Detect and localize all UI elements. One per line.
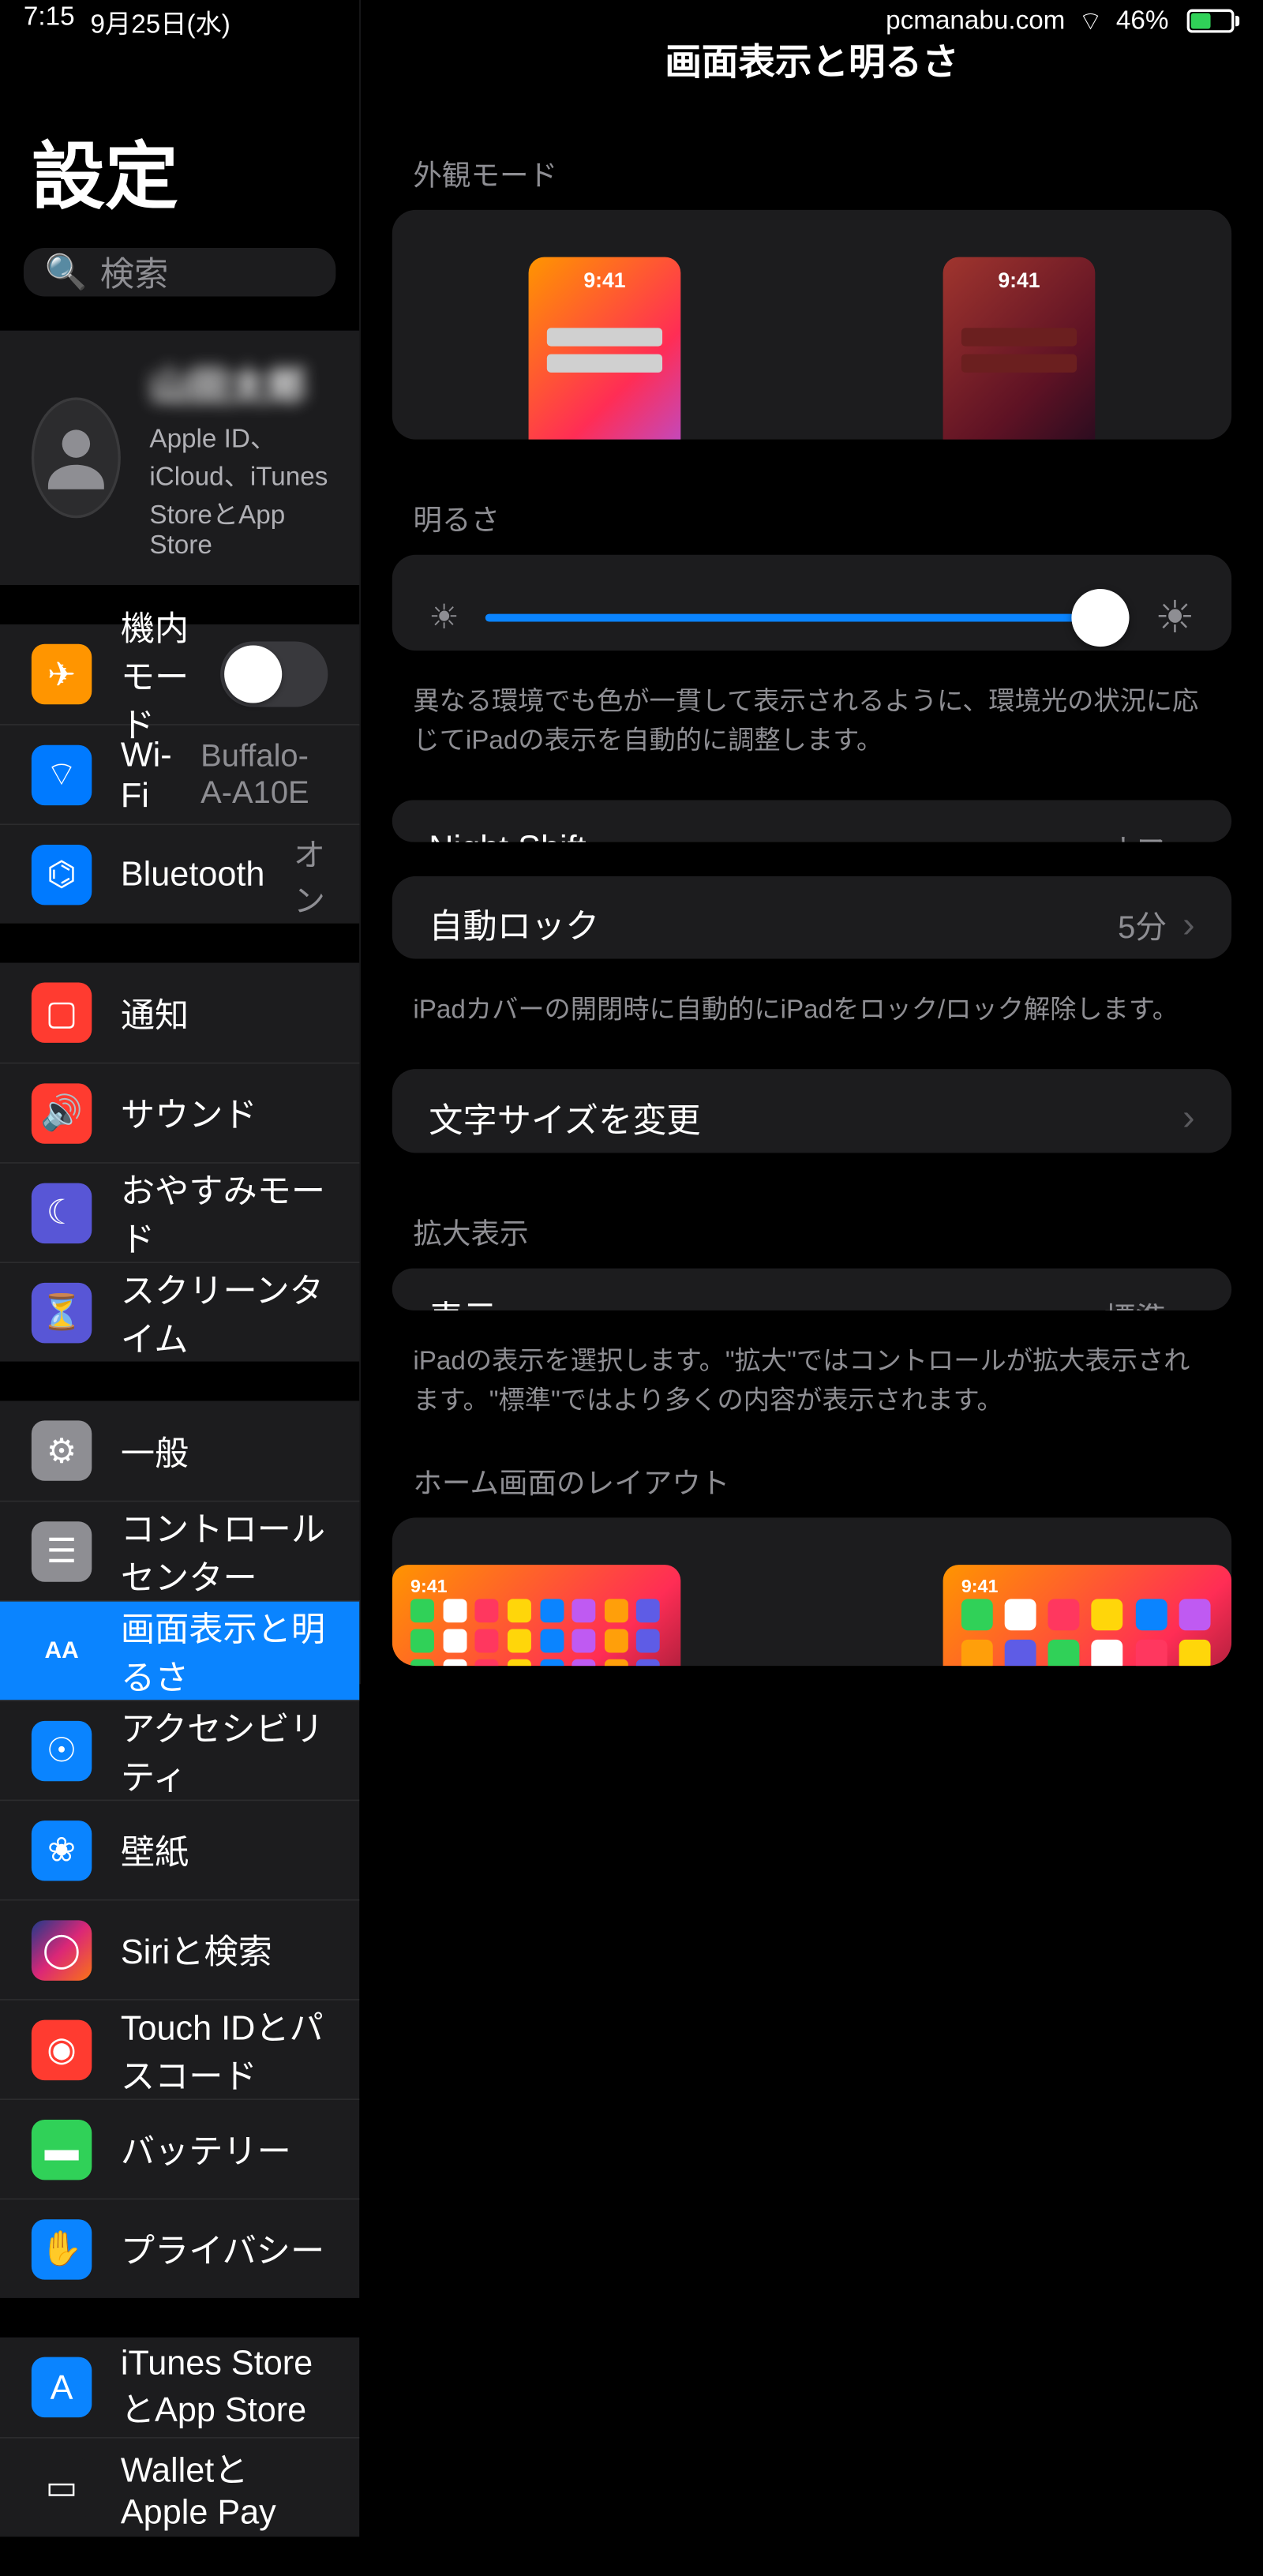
touchid-icon: ◉ — [32, 2019, 92, 2079]
sidebar-item-壁紙[interactable]: ❀ 壁紙 — [0, 1800, 359, 1899]
home-more-thumb: 9:41 — [392, 1564, 681, 1666]
sidebar-item-Bluetooth[interactable]: ⌬Bluetoothオン — [0, 823, 359, 923]
wallpaper-icon: ❀ — [32, 1820, 92, 1880]
sidebar-item-iTunes StoreとApp Store[interactable]: AiTunes StoreとApp Store — [0, 2338, 359, 2437]
sidebar-item-label: Siriと検索 — [121, 1925, 328, 1974]
sidebar-item-アクセシビリティ[interactable]: ☉ アクセシビリティ — [0, 1700, 359, 1799]
sidebar-item-通知[interactable]: ▢ 通知 — [0, 963, 359, 1063]
sidebar-item-プライバシー[interactable]: ✋ プライバシー — [0, 2199, 359, 2298]
account-row[interactable]: 山田太郎 Apple ID、iCloud、iTunes StoreとApp St… — [0, 331, 359, 585]
appearance-light[interactable]: 9:41 ライト — [529, 257, 681, 440]
status-time: 7:15 — [24, 2, 75, 39]
chevron-icon: › — [1182, 827, 1194, 842]
sidebar-item-label: プライバシー — [121, 2225, 328, 2273]
sidebar-item-スクリーンタイム[interactable]: ⏳ スクリーンタイム — [0, 1262, 359, 1361]
sidebar-item-コントロールセンター[interactable]: ☰ コントロールセンター — [0, 1501, 359, 1600]
home-more[interactable]: 9:41 多く — [392, 1564, 681, 1666]
search-placeholder: 検索 — [100, 248, 168, 296]
moon-icon: ☾ — [32, 1183, 92, 1243]
sidebar-item-Touch IDとパスコード[interactable]: ◉ Touch IDとパスコード — [0, 1999, 359, 2098]
sidebar-item-おやすみモード[interactable]: ☾ おやすみモード — [0, 1162, 359, 1262]
truetone-footer: 異なる環境でも色が一貫して表示されるように、環境光の状況に応じてiPadの表示を… — [361, 669, 1263, 800]
gear-icon: ⚙︎ — [32, 1420, 92, 1480]
light-thumb: 9:41 — [529, 257, 681, 440]
access-icon: ☉ — [32, 1720, 92, 1780]
dark-thumb: 9:41 — [943, 257, 1096, 440]
control-icon: ☰ — [32, 1520, 92, 1580]
privacy-icon: ✋ — [32, 2218, 92, 2278]
home-header: ホーム画面のレイアウト — [361, 1459, 1263, 1517]
wifi-icon: ⌔ — [32, 744, 92, 804]
brightness-slider-row: ☀︎ ☀︎ — [392, 554, 1231, 650]
brightness-slider[interactable] — [485, 613, 1128, 621]
account-sub: Apple ID、iCloud、iTunes StoreとApp Store — [149, 417, 328, 561]
chevron-icon: › — [1182, 1097, 1194, 1138]
wifi-icon: ⌔ — [1078, 5, 1103, 38]
bluetooth-icon: ⌬ — [32, 844, 92, 904]
hourglass-icon: ⏳ — [32, 1282, 92, 1342]
sidebar-item-label: コントロールセンター — [121, 1502, 328, 1599]
sidebar-item-label: Wi-Fi — [121, 734, 172, 816]
zoom-row[interactable]: 表示 標準 › — [392, 1268, 1231, 1310]
zoom-footer: iPadの表示を選択します。"拡大"ではコントロールが拡大表示されます。"標準"… — [361, 1328, 1263, 1459]
chevron-icon: › — [1182, 1295, 1194, 1310]
brightness-header: 明るさ — [361, 497, 1263, 554]
settings-title: 設定 — [0, 79, 359, 248]
sidebar-item-label: Touch IDとパスコード — [121, 2001, 328, 2098]
nightshift-row[interactable]: Night Shift オフ › — [392, 800, 1231, 842]
sidebar-item-label: WalletとApple Pay — [121, 2443, 328, 2532]
battery-icon: ▬ — [32, 2119, 92, 2179]
wallet-icon: ▭ — [32, 2458, 92, 2518]
sidebar-item-label: 壁紙 — [121, 1826, 328, 1874]
sound-icon: 🔊 — [32, 1083, 92, 1143]
chevron-icon: › — [1182, 903, 1194, 945]
sidebar-item-WalletとApple Pay[interactable]: ▭ WalletとApple Pay — [0, 2437, 359, 2537]
sidebar-toggle[interactable] — [220, 641, 328, 707]
sidebar-item-画面表示と明るさ[interactable]: AA画面表示と明るさ — [0, 1600, 359, 1700]
notify-icon: ▢ — [32, 982, 92, 1042]
textsize-row[interactable]: 文字サイズを変更 › — [392, 1069, 1231, 1153]
sidebar-item-label: Bluetooth — [121, 854, 265, 895]
search-icon: 🔍 — [44, 252, 87, 293]
account-name: 山田太郎 — [149, 354, 328, 412]
main-panel: 画面表示と明るさ 外観モード 9:41 ライト 9:41 ダー — [361, 0, 1263, 1685]
sidebar-item-label: サウンド — [121, 1089, 328, 1137]
appearance-header: 外観モード — [361, 152, 1263, 210]
sidebar-item-サウンド[interactable]: 🔊 サウンド — [0, 1063, 359, 1162]
sidebar-item-label: 機内モード — [121, 602, 192, 747]
autolock-row[interactable]: 自動ロック 5分 › — [392, 876, 1231, 959]
zoom-header: 拡大表示 — [361, 1210, 1263, 1268]
lockunlock-footer: iPadカバーの開閉時に自動的にiPadをロック/ロック解除します。 — [361, 977, 1263, 1069]
sidebar-item-label: アクセシビリティ — [121, 1702, 328, 1799]
sidebar-item-label: iTunes StoreとApp Store — [121, 2342, 328, 2432]
sidebar-item-label: スクリーンタイム — [121, 1264, 328, 1361]
sidebar-item-label: 通知 — [121, 988, 328, 1037]
sidebar-item-label: おやすみモード — [121, 1164, 328, 1262]
search-input[interactable]: 🔍 検索 — [24, 248, 335, 296]
home-bigger[interactable]: 9:41 大きく — [943, 1564, 1232, 1666]
status-bar: 7:15 9月25日(水) pcmanabu.com ⌔ 46% — [0, 0, 1263, 42]
sidebar-item-Siriと検索[interactable]: ◯ Siriと検索 — [0, 1899, 359, 1999]
appstore-icon: A — [32, 2357, 92, 2417]
sidebar-item-バッテリー[interactable]: ▬ バッテリー — [0, 2098, 359, 2198]
battery-pct: 46% — [1116, 6, 1169, 36]
sidebar-item-label: バッテリー — [121, 2125, 328, 2173]
sidebar-item-一般[interactable]: ⚙︎ 一般 — [0, 1400, 359, 1500]
status-site: pcmanabu.com — [886, 6, 1065, 36]
sidebar-item-機内モード[interactable]: ✈︎機内モード — [0, 624, 359, 724]
sun-small-icon: ☀︎ — [429, 597, 459, 638]
display-icon: AA — [32, 1621, 92, 1681]
status-date: 9月25日(水) — [91, 2, 230, 39]
sidebar-item-label: 一般 — [121, 1427, 328, 1475]
siri-icon: ◯ — [32, 1920, 92, 1980]
home-bigger-thumb: 9:41 — [943, 1564, 1232, 1666]
sun-large-icon: ☀︎ — [1155, 591, 1195, 643]
appearance-dark[interactable]: 9:41 ダーク ✓ — [943, 257, 1096, 440]
airplane-icon: ✈︎ — [32, 644, 92, 704]
battery-icon — [1182, 9, 1239, 33]
avatar — [32, 397, 121, 518]
sidebar: 設定 🔍 検索 山田太郎 Apple ID、iCloud、iTunes Stor… — [0, 0, 361, 1685]
